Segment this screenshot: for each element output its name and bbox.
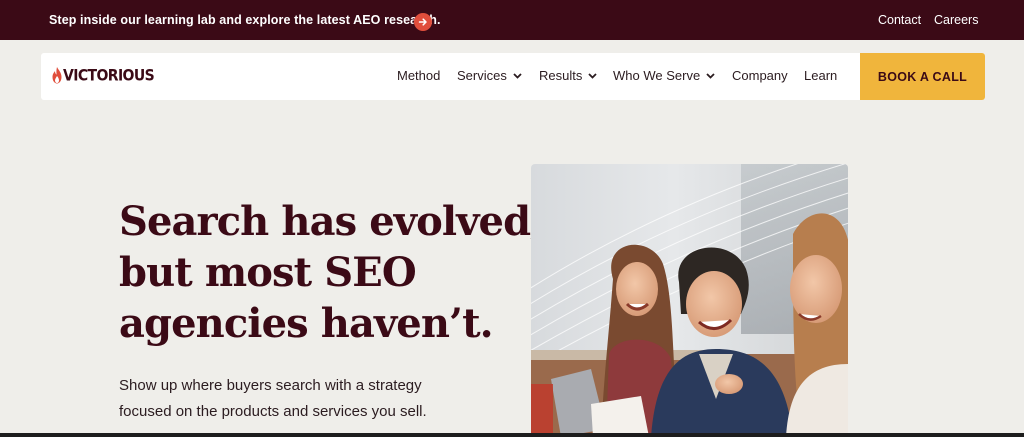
hero-photo bbox=[531, 164, 848, 437]
nav-results-label: Results bbox=[539, 68, 583, 83]
nav-results[interactable]: Results bbox=[539, 68, 597, 83]
logo-text: VICTORIOUS bbox=[63, 66, 155, 85]
announcement-text[interactable]: Step inside our learning lab and explore… bbox=[49, 13, 441, 27]
chevron-down-icon bbox=[706, 72, 715, 79]
nav-learn-label: Learn bbox=[804, 68, 838, 83]
nav-company-label: Company bbox=[732, 68, 788, 83]
careers-link[interactable]: Careers bbox=[934, 13, 978, 27]
nav-method[interactable]: Method bbox=[397, 68, 440, 83]
hero-title-line: Search has evolved, bbox=[119, 198, 544, 245]
nav-who-we-serve[interactable]: Who We Serve bbox=[613, 68, 715, 83]
nav-company[interactable]: Company bbox=[732, 68, 788, 83]
book-a-call-button[interactable]: BOOK A CALL bbox=[860, 53, 985, 100]
nav-method-label: Method bbox=[397, 68, 441, 83]
hero-subtitle-line: focused on the products and services you… bbox=[119, 403, 427, 420]
nav-services[interactable]: Services bbox=[457, 68, 522, 83]
nav-services-label: Services bbox=[457, 68, 507, 83]
hero-title: Search has evolved, but most SEO agencie… bbox=[119, 196, 544, 349]
nav-learn[interactable]: Learn bbox=[804, 68, 837, 83]
arrow-right-icon[interactable] bbox=[414, 13, 432, 31]
hero-subtitle-line: Show up where buyers search with a strat… bbox=[119, 377, 422, 394]
main-nav: VICTORIOUS Method Services Results Who W… bbox=[41, 53, 985, 100]
nav-who-we-serve-label: Who We Serve bbox=[613, 68, 701, 83]
flame-icon bbox=[52, 67, 62, 84]
logo[interactable]: VICTORIOUS bbox=[52, 66, 155, 85]
contact-link[interactable]: Contact bbox=[878, 13, 921, 27]
hero-subtitle: Show up where buyers search with a strat… bbox=[119, 373, 479, 425]
chevron-down-icon bbox=[513, 72, 522, 79]
hero-title-line: but most SEO bbox=[119, 249, 417, 296]
announcement-bar: Step inside our learning lab and explore… bbox=[0, 0, 1024, 40]
chevron-down-icon bbox=[588, 72, 597, 79]
hero-title-line: agencies haven’t. bbox=[119, 300, 494, 347]
viewport-edge bbox=[0, 433, 1024, 437]
